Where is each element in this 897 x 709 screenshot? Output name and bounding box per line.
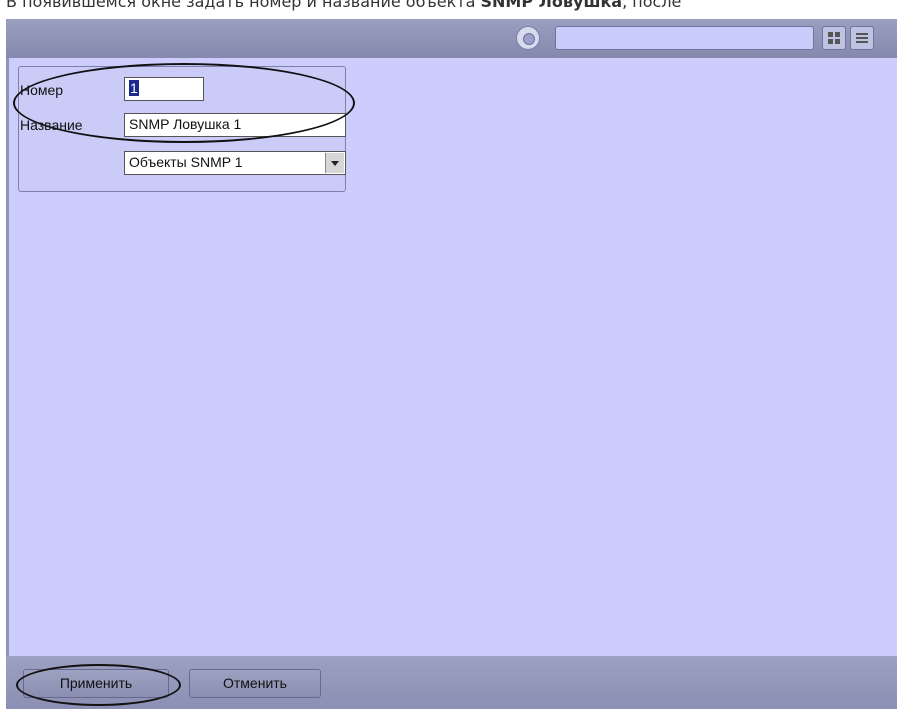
settings-panel: Номер 1 Название SNMP Ловушка 1 Объекты …: [9, 58, 897, 656]
name-label: Название: [20, 117, 83, 133]
cancel-button[interactable]: Отменить: [189, 669, 321, 698]
bottom-toolbar: Применить Отменить: [6, 656, 897, 709]
instruction-prefix: В появившемся окне задать номер и назван…: [6, 0, 481, 11]
parent-object-value: Объекты SNMP 1: [129, 154, 243, 170]
instruction-bold: SNMP Ловушка: [480, 0, 623, 11]
menu-icon[interactable]: [850, 26, 874, 50]
instruction-suffix: , после: [622, 0, 682, 11]
object-properties-group: Номер 1 Название SNMP Ловушка 1 Объекты …: [18, 66, 346, 192]
settings-window: Номер 1 Название SNMP Ловушка 1 Объекты …: [6, 19, 897, 709]
number-value: 1: [129, 80, 139, 96]
top-toolbar: [6, 19, 897, 58]
apply-button[interactable]: Применить: [23, 669, 169, 698]
grid-layout-icon[interactable]: [822, 26, 846, 50]
gear-icon[interactable]: [516, 26, 540, 50]
number-label: Номер: [20, 82, 64, 98]
instruction-text: В появившемся окне задать номер и назван…: [6, 0, 897, 13]
name-field[interactable]: SNMP Ловушка 1: [124, 113, 346, 137]
chevron-down-icon[interactable]: [325, 153, 344, 173]
parent-object-select[interactable]: Объекты SNMP 1: [124, 151, 346, 175]
search-input[interactable]: [555, 26, 814, 50]
number-field[interactable]: 1: [124, 77, 204, 101]
